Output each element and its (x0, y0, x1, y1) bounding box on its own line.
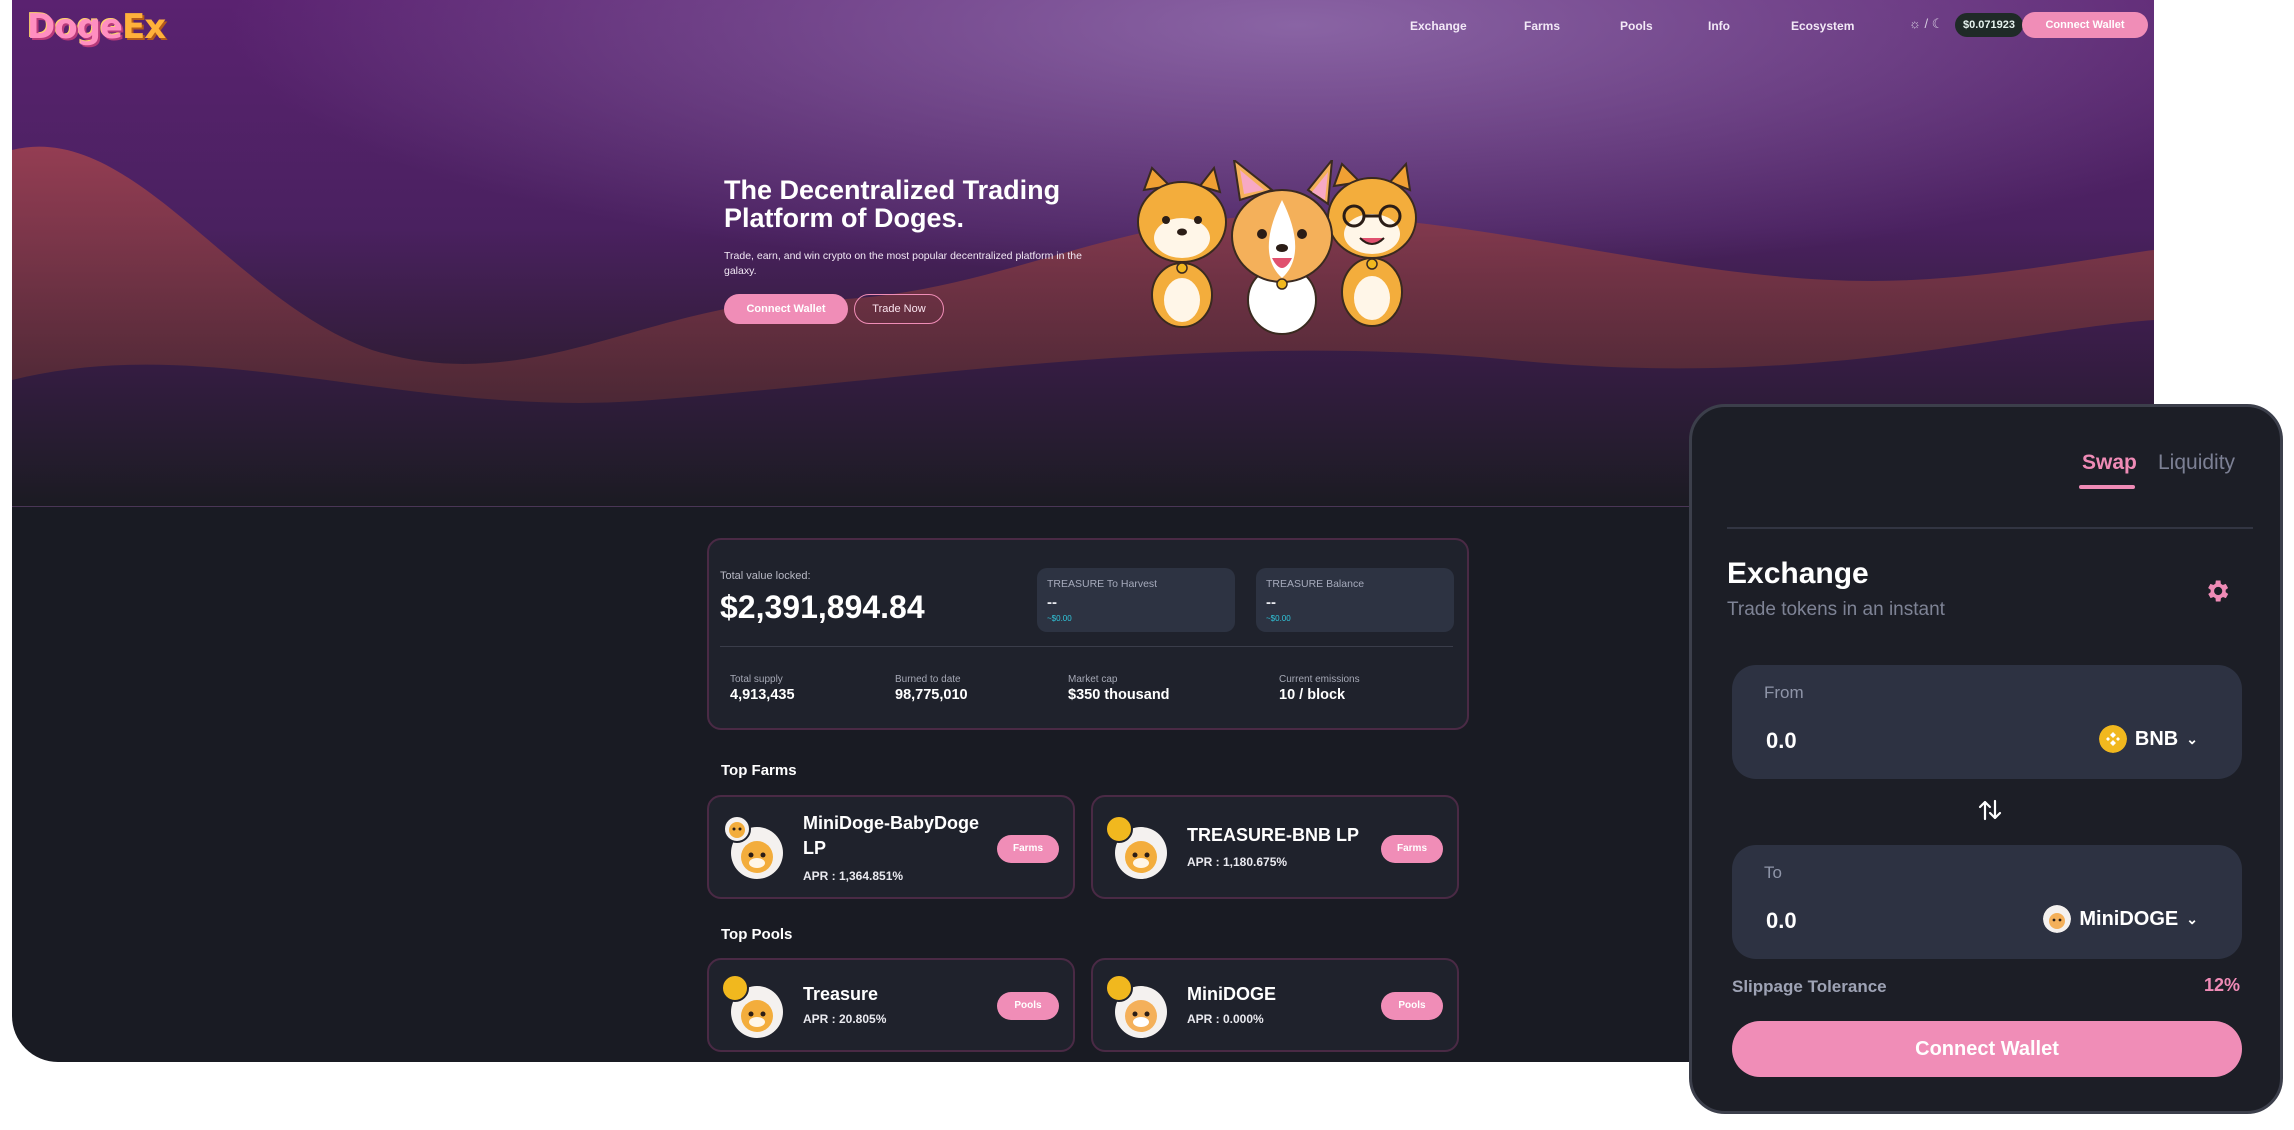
stats-divider (720, 646, 1453, 647)
stat-current-emissions: Current emissions 10 / block (1279, 674, 1360, 703)
swap-arrows-icon[interactable] (1975, 795, 2005, 825)
pool-apr: APR : 20.805% (803, 1012, 887, 1026)
to-token-box: To 0.0 MiniDOGE ⌄ (1732, 845, 2242, 959)
stat-label: Market cap (1068, 674, 1118, 685)
balance-title: TREASURE Balance (1266, 578, 1365, 590)
pool-name: MiniDOGE (1187, 984, 1276, 1004)
pools-button[interactable]: Pools (997, 992, 1059, 1020)
tvl-value: $2,391,894.84 (720, 589, 925, 625)
top-farms-title: Top Farms (721, 762, 797, 779)
harvest-value: -- (1047, 594, 1057, 611)
hero-connect-wallet-button[interactable]: Connect Wallet (724, 294, 848, 324)
stat-value: 98,775,010 (895, 687, 968, 703)
pool-card-treasure[interactable]: Treasure APR : 20.805% Pools (707, 958, 1075, 1052)
bnb-coin-icon (721, 974, 749, 1002)
slippage-tolerance-label: Slippage Tolerance (1732, 977, 1887, 996)
from-token-box: From 0.0 BNB ⌄ (1732, 665, 2242, 779)
slippage-tolerance-value[interactable]: 12% (2204, 975, 2240, 996)
stat-value: $350 thousand (1068, 687, 1170, 703)
nav-farms[interactable]: Farms (1524, 19, 1560, 33)
pool-card-minidoge[interactable]: MiniDOGE APR : 0.000% Pools (1091, 958, 1459, 1052)
nav-ecosystem[interactable]: Ecosystem (1791, 19, 1854, 33)
hero-trade-now-button[interactable]: Trade Now (854, 294, 944, 324)
stat-label: Total supply (730, 674, 783, 685)
farm-card-minidoge-babydoge[interactable]: MiniDoge-BabyDoge LP APR : 1,364.851% Fa… (707, 795, 1075, 899)
shiba-mascot-right (1327, 161, 1417, 327)
bnb-coin-icon (2098, 725, 2127, 753)
nav-info[interactable]: Info (1708, 19, 1730, 33)
to-amount-input[interactable]: 0.0 (1766, 908, 1797, 934)
from-token-selector[interactable]: BNB ⌄ (2098, 725, 2198, 753)
exchange-title: Exchange (1727, 557, 1869, 590)
balance-usd: ~$0.00 (1266, 614, 1291, 623)
to-token-selector[interactable]: MiniDOGE ⌄ (2043, 905, 2198, 933)
farm-name: MiniDoge-BabyDoge LP (803, 813, 980, 858)
to-label: To (1764, 863, 1782, 882)
hero-subtitle: Trade, earn, and win crypto on the most … (724, 250, 1082, 277)
to-token-symbol: MiniDOGE (2079, 907, 2179, 930)
pools-button[interactable]: Pools (1381, 992, 1443, 1020)
from-label: From (1764, 683, 1804, 702)
chevron-down-icon: ⌄ (2186, 910, 2198, 927)
harvest-title: TREASURE To Harvest (1047, 578, 1158, 590)
farm-card-treasure-bnb[interactable]: TREASURE-BNB LP APR : 1,180.675% Farms (1091, 795, 1459, 899)
nav-exchange[interactable]: Exchange (1410, 19, 1467, 33)
exchange-connect-wallet-button[interactable]: Connect Wallet (1732, 1021, 2242, 1077)
platform-stats-card: Total value locked: $2,391,894.84 TREASU… (707, 538, 1469, 730)
tvl-label: Total value locked: (720, 570, 811, 582)
exchange-swap-panel: Swap Liquidity Exchange Trade tokens in … (1689, 404, 2283, 1114)
tab-swap[interactable]: Swap (2082, 451, 2137, 475)
minidoge-coin-icon (2043, 905, 2072, 933)
stat-value: 10 / block (1279, 687, 1346, 703)
stat-value: 4,913,435 (730, 687, 795, 703)
dogeex-logo[interactable]: DogeEx (27, 7, 166, 47)
token-price-badge: $0.071923 (1955, 13, 2023, 37)
farm-apr: APR : 1,180.675% (1187, 855, 1288, 869)
treasure-to-harvest-box: TREASURE To Harvest -- ~$0.00 (1037, 568, 1235, 632)
top-pools-title: Top Pools (721, 926, 793, 943)
stat-market-cap: Market cap $350 thousand (1068, 674, 1170, 703)
stat-burned-to-date: Burned to date 98,775,010 (895, 674, 968, 703)
pool-apr: APR : 0.000% (1187, 1012, 1264, 1026)
farm-apr: APR : 1,364.851% (803, 869, 904, 883)
tabs-divider (1727, 527, 2253, 529)
theme-toggle-sun-moon-icon[interactable]: ☼ / ☾ (1909, 16, 1943, 32)
from-token-symbol: BNB (2134, 727, 2179, 750)
exchange-subtitle: Trade tokens in an instant (1727, 599, 1945, 620)
hero-title: The Decentralized Trading Platform of Do… (724, 175, 1061, 233)
balance-value: -- (1266, 594, 1276, 611)
from-amount-input[interactable]: 0.0 (1766, 728, 1797, 754)
farms-button[interactable]: Farms (1381, 835, 1443, 863)
corgi-mascot-center (1231, 160, 1334, 335)
stat-total-supply: Total supply 4,913,435 (730, 674, 795, 703)
nav-pools[interactable]: Pools (1620, 19, 1653, 33)
doge-mascots-illustration (1137, 160, 1417, 335)
pool-name: Treasure (803, 984, 879, 1004)
active-tab-underline (2079, 485, 2135, 489)
tab-liquidity[interactable]: Liquidity (2158, 451, 2235, 475)
bnb-coin-icon (1105, 815, 1133, 843)
babydoge-token-icon (723, 815, 751, 843)
nav-connect-wallet-button[interactable]: Connect Wallet (2022, 12, 2148, 38)
settings-gear-icon[interactable] (2203, 577, 2231, 605)
chevron-down-icon: ⌄ (2186, 730, 2198, 747)
harvest-usd: ~$0.00 (1047, 614, 1072, 623)
shiba-mascot-left (1137, 165, 1227, 328)
stat-label: Current emissions (1279, 674, 1360, 685)
treasure-balance-box: TREASURE Balance -- ~$0.00 (1256, 568, 1454, 632)
farms-button[interactable]: Farms (997, 835, 1059, 863)
stat-label: Burned to date (895, 674, 961, 685)
bnb-coin-icon (1105, 974, 1133, 1002)
farm-name: TREASURE-BNB LP (1187, 825, 1360, 845)
